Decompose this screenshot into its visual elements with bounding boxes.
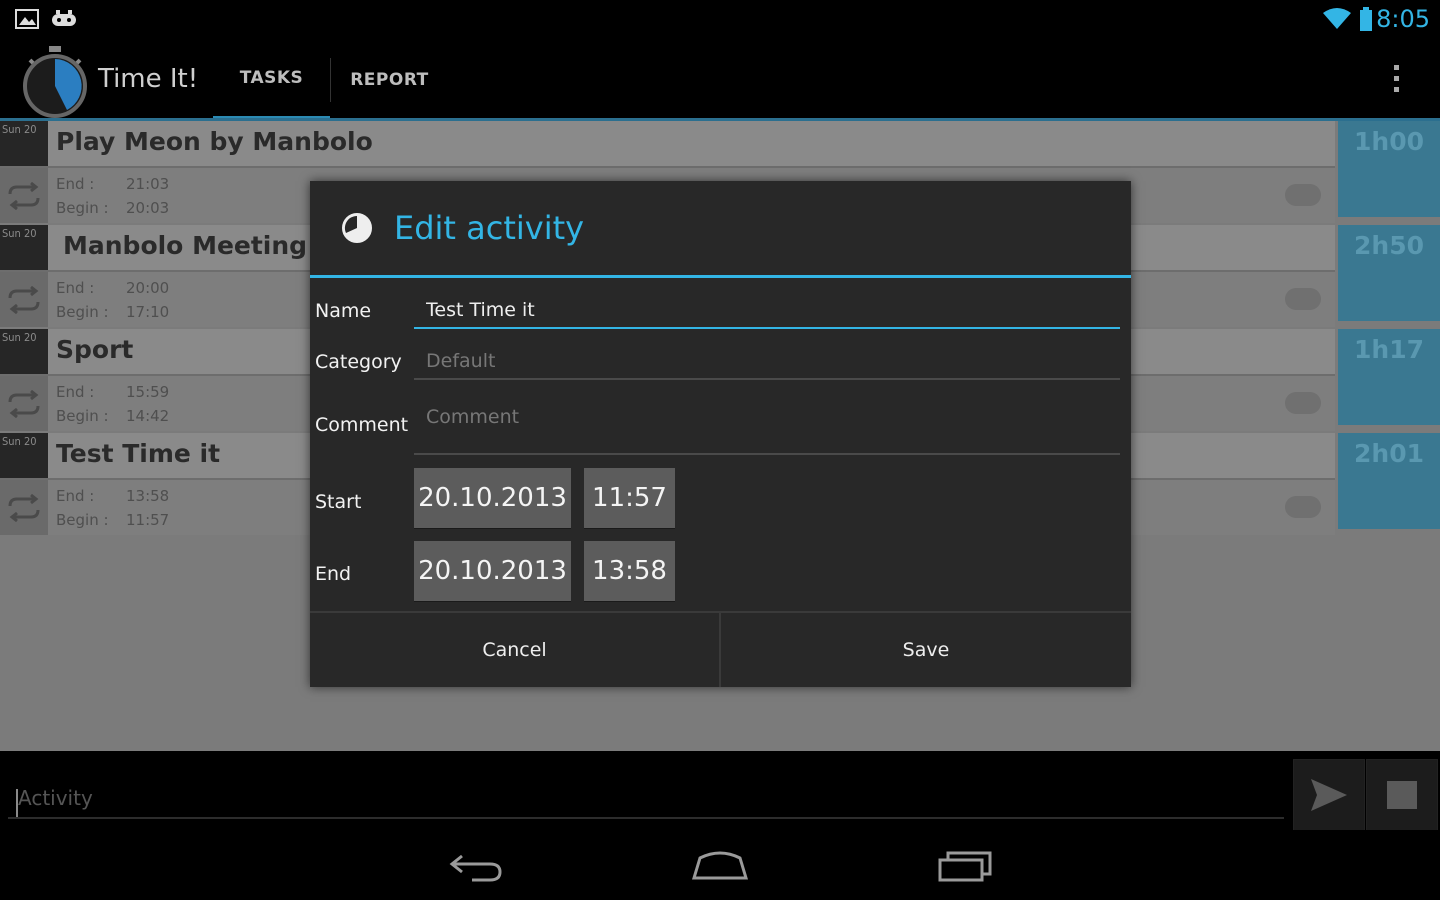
end-time-picker[interactable]: 13:58	[584, 541, 675, 601]
task-duration: 1h00	[1338, 121, 1440, 217]
task-times: End :15:59 Begin :14:42	[56, 383, 170, 425]
repeat-icon[interactable]	[0, 480, 48, 535]
task-header: Sun 20 Play Meon by Manbolo	[0, 121, 1335, 168]
repeat-icon[interactable]	[0, 272, 48, 327]
task-name: Manbolo Meeting	[63, 231, 308, 260]
activity-input-bar	[0, 751, 1440, 831]
repeat-icon[interactable]	[0, 376, 48, 431]
start-date-picker[interactable]: 20.10.2013	[414, 468, 571, 528]
game-controller-notification-icon	[52, 10, 76, 26]
status-bar: 8:05	[0, 0, 1440, 40]
home-icon[interactable]	[690, 848, 750, 884]
comment-icon[interactable]	[1285, 184, 1321, 206]
repeat-icon[interactable]	[0, 168, 48, 223]
back-icon[interactable]	[448, 848, 506, 884]
name-field[interactable]	[414, 293, 1120, 329]
category-label: Category	[315, 351, 402, 373]
task-duration: 2h50	[1338, 225, 1440, 321]
start-time-picker[interactable]: 11:57	[584, 468, 675, 528]
cancel-button[interactable]: Cancel	[310, 613, 719, 687]
name-label: Name	[315, 300, 372, 322]
app-title: Time It!	[98, 64, 199, 94]
tab-tasks[interactable]: TASKS	[213, 40, 330, 120]
dialog-button-bar: Cancel Save	[310, 611, 1131, 687]
stop-icon	[1387, 781, 1417, 809]
activity-input[interactable]	[8, 779, 1284, 819]
overflow-menu-icon[interactable]	[1394, 65, 1400, 98]
text-caret	[16, 789, 18, 817]
end-date-picker[interactable]: 20.10.2013	[414, 541, 571, 601]
comment-icon[interactable]	[1285, 496, 1321, 518]
task-name: Test Time it	[56, 439, 221, 468]
tab-report[interactable]: REPORT	[331, 40, 448, 120]
wifi-icon	[1323, 8, 1351, 29]
date-tag: Sun 20	[0, 433, 48, 478]
date-tag: Sun 20	[0, 225, 48, 270]
comment-icon[interactable]	[1285, 288, 1321, 310]
task-times: End :13:58 Begin :11:57	[56, 487, 170, 529]
comment-field[interactable]	[414, 399, 1120, 455]
task-times: End :21:03 Begin :20:03	[56, 175, 170, 217]
date-tag: Sun 20	[0, 329, 48, 374]
comment-label: Comment	[315, 414, 409, 436]
navigation-bar	[0, 830, 1440, 900]
date-tag: Sun 20	[0, 121, 48, 166]
save-button[interactable]: Save	[721, 613, 1131, 687]
start-activity-button[interactable]	[1293, 759, 1365, 831]
comment-icon[interactable]	[1285, 392, 1321, 414]
task-duration: 1h17	[1338, 329, 1440, 425]
task-name: Sport	[56, 335, 134, 364]
battery-icon	[1360, 7, 1372, 31]
end-label: End	[315, 563, 352, 585]
category-field[interactable]	[414, 344, 1120, 380]
dialog-header: Edit activity	[310, 181, 1131, 275]
send-icon	[1311, 779, 1347, 811]
start-label: Start	[315, 491, 362, 513]
task-duration: 2h01	[1338, 433, 1440, 529]
stopwatch-app-icon[interactable]	[22, 44, 88, 120]
clock-icon	[342, 213, 372, 243]
status-clock: 8:05	[1376, 5, 1430, 33]
recent-apps-icon[interactable]	[936, 848, 994, 884]
edit-activity-dialog: Edit activity Name Category Comment Star…	[310, 181, 1131, 687]
task-name: Play Meon by Manbolo	[56, 127, 373, 156]
stop-button[interactable]	[1366, 759, 1438, 831]
task-times: End :20:00 Begin :17:10	[56, 279, 170, 321]
action-bar: Time It! TASKS REPORT	[0, 40, 1440, 120]
gallery-notification-icon	[15, 9, 39, 29]
dialog-title-divider	[310, 275, 1131, 278]
dialog-title: Edit activity	[394, 209, 585, 247]
